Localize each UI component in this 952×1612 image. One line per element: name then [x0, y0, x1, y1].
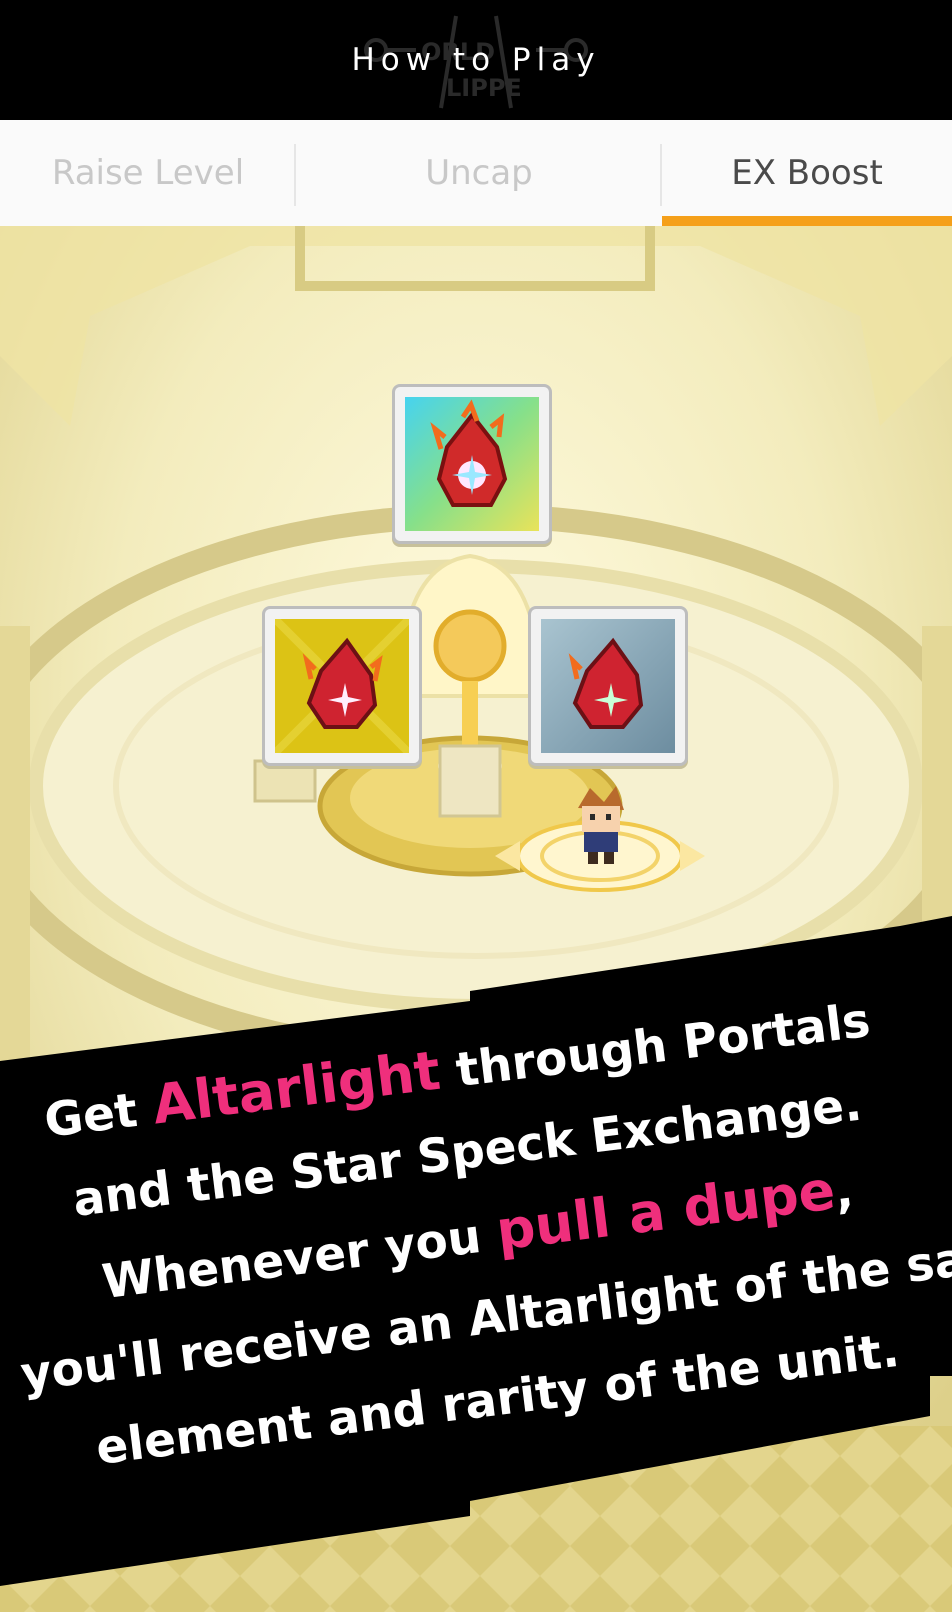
altarlight-gold-icon [275, 619, 409, 753]
altarlight-card-silver [528, 606, 688, 766]
tab-uncap[interactable]: Uncap [296, 120, 662, 226]
altarlight-rainbow-icon [405, 397, 539, 531]
svg-text:LIPPE: LIPPE [446, 74, 522, 102]
tab-label: Raise Level [51, 153, 245, 193]
altar-scene: Get Altarlight through Portals and the S… [0, 226, 952, 1612]
tab-bar: Raise Level Uncap EX Boost [0, 120, 952, 226]
altarlight-card-gold [262, 606, 422, 766]
tab-label: Uncap [425, 153, 533, 193]
active-tab-indicator [662, 216, 952, 226]
caption-text-segment: Get [41, 1080, 157, 1149]
app-header: ORLD LIPPE How to Play [0, 0, 952, 120]
tab-ex-boost[interactable]: EX Boost [662, 120, 952, 226]
tab-label: EX Boost [731, 153, 883, 193]
altarlight-card-rainbow [392, 384, 552, 544]
tab-raise-level[interactable]: Raise Level [0, 120, 296, 226]
altarlight-silver-icon [541, 619, 675, 753]
page-title: How to Play [351, 42, 601, 78]
